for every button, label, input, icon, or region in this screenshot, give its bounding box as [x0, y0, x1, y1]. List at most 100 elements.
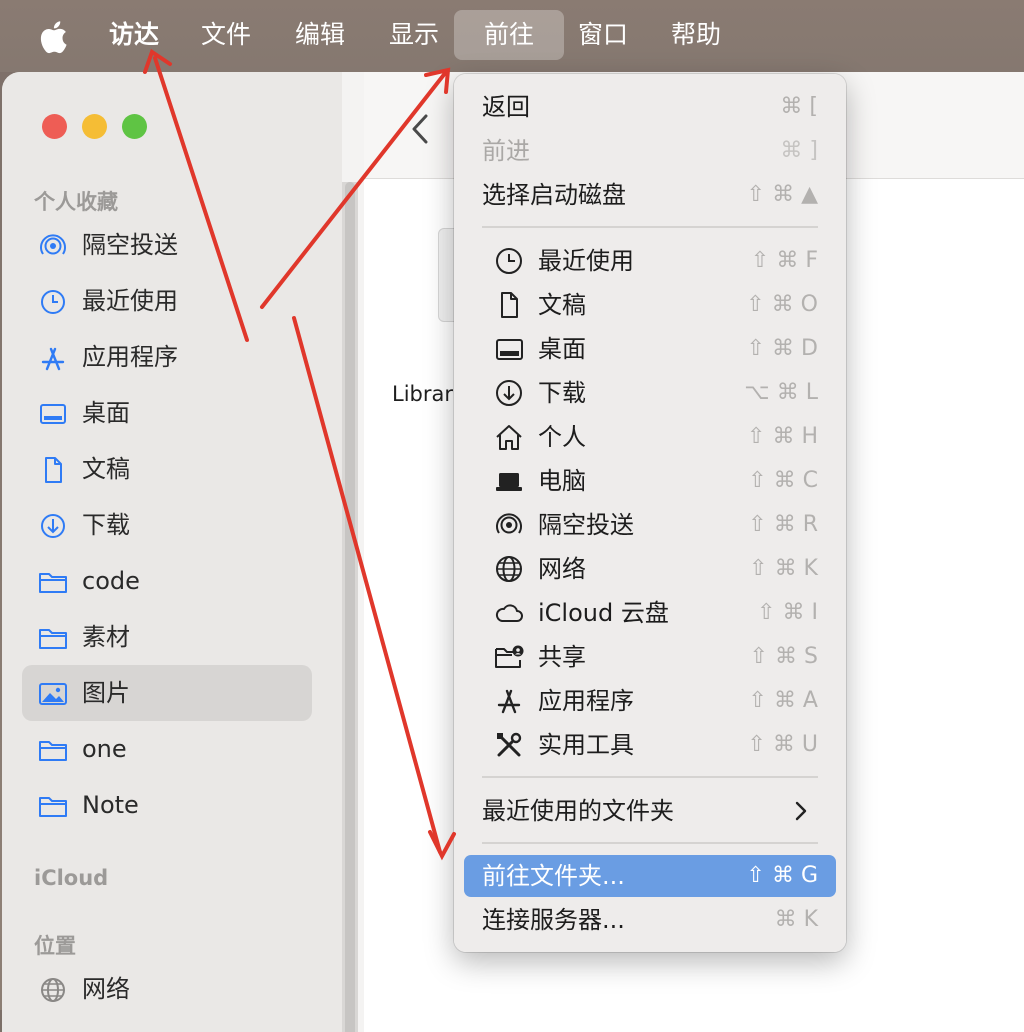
- menu-item-label: 返回: [482, 93, 530, 121]
- menu-view[interactable]: 显示: [386, 10, 442, 60]
- sidebar-item-label: 最近使用: [82, 287, 178, 315]
- shortcut-label: ⇧ ⌘ A: [748, 688, 818, 713]
- sidebar-item-assets[interactable]: 素材: [22, 609, 312, 665]
- globe-icon: [41, 978, 65, 1002]
- shortcut-label: ⇧ ⌘ U: [747, 732, 818, 757]
- menu-item-utilities[interactable]: 实用工具 ⇧ ⌘ U: [464, 724, 836, 766]
- sidebar-item-network[interactable]: 网络: [22, 961, 312, 1017]
- shortcut-label: ⌘ K: [774, 907, 818, 932]
- menu-item-label: 下载: [538, 379, 586, 407]
- globe-icon: [496, 556, 522, 582]
- sidebar-item-label: 桌面: [82, 399, 130, 427]
- sidebar: 个人收藏 隔空投送 最近使用 应用程序 桌面 文稿 下载 code 素材 图片 …: [2, 72, 342, 1032]
- close-window-button[interactable]: [42, 114, 67, 139]
- shared-folder-icon: [495, 645, 524, 668]
- apple-logo-icon[interactable]: [38, 20, 68, 54]
- sidebar-item-applications[interactable]: 应用程序: [22, 329, 312, 385]
- menu-item-label: 文稿: [538, 291, 586, 319]
- sidebar-item-label: 应用程序: [82, 343, 178, 371]
- menu-finder[interactable]: 访达: [106, 10, 162, 60]
- shortcut-label: ⇧ ⌘ D: [746, 336, 818, 361]
- menu-edit[interactable]: 编辑: [292, 10, 348, 60]
- shortcut-label: ⇧ ⌘ C: [748, 468, 818, 493]
- menu-item-shared[interactable]: 共享 ⇧ ⌘ S: [464, 636, 836, 678]
- sidebar-item-note[interactable]: Note: [22, 777, 312, 833]
- sidebar-item-downloads[interactable]: 下载: [22, 497, 312, 553]
- menu-item-label: 实用工具: [538, 731, 634, 759]
- minimize-window-button[interactable]: [82, 114, 107, 139]
- menu-item-desktop[interactable]: 桌面 ⇧ ⌘ D: [464, 328, 836, 370]
- clock-icon: [41, 290, 65, 314]
- shortcut-label: ⇧ ⌘ F: [750, 248, 818, 273]
- shortcut-label: ⇧ ⌘ K: [749, 556, 818, 581]
- menu-separator: [482, 842, 818, 844]
- menu-item-label: 电脑: [538, 467, 586, 495]
- menu-item-network[interactable]: 网络 ⇧ ⌘ K: [464, 548, 836, 590]
- document-icon: [45, 457, 62, 483]
- shortcut-label: ⌥ ⌘ L: [744, 380, 818, 405]
- sidebar-item-label: 文稿: [82, 455, 130, 483]
- shortcut-label: ⇧ ⌘ S: [749, 644, 818, 669]
- sidebar-item-label: Note: [82, 791, 139, 819]
- sidebar-item-label: 网络: [82, 975, 130, 1003]
- menu-item-label: 共享: [538, 643, 586, 671]
- menu-item-forward: 前进 ⌘ ]: [464, 130, 836, 172]
- shortcut-label: ⇧ ⌘ O: [746, 292, 818, 317]
- desktop-icon: [496, 339, 523, 360]
- sidebar-item-label: code: [82, 567, 140, 595]
- menu-item-label: 网络: [538, 555, 586, 583]
- folder-icon: [39, 741, 67, 761]
- favorites-section-title: 个人收藏: [34, 190, 118, 214]
- sidebar-item-label: 图片: [82, 679, 130, 707]
- menu-item-startup-disk[interactable]: 选择启动磁盘 ⇧ ⌘ ▲: [464, 174, 836, 216]
- shortcut-label: ⇧ ⌘ ▲: [746, 182, 818, 207]
- shortcut-label: ⌘ [: [780, 94, 818, 119]
- menu-file[interactable]: 文件: [198, 10, 254, 60]
- menu-item-airdrop[interactable]: 隔空投送 ⇧ ⌘ R: [464, 504, 836, 546]
- desktop-icon: [40, 404, 66, 424]
- menu-item-label: 隔空投送: [538, 511, 634, 539]
- menu-item-icloud-drive[interactable]: iCloud 云盘 ⇧ ⌘ I: [464, 592, 836, 634]
- apps-icon: [497, 689, 521, 714]
- cloud-icon: [495, 604, 523, 622]
- sidebar-item-documents[interactable]: 文稿: [22, 441, 312, 497]
- maximize-window-button[interactable]: [122, 114, 147, 139]
- sidebar-item-airdrop[interactable]: 隔空投送: [22, 217, 312, 273]
- menu-item-documents[interactable]: 文稿 ⇧ ⌘ O: [464, 284, 836, 326]
- scrollbar-thumb[interactable]: [345, 182, 355, 1032]
- sidebar-item-recents[interactable]: 最近使用: [22, 273, 312, 329]
- file-name-label[interactable]: Librar: [392, 382, 453, 406]
- menu-go[interactable]: 前往: [454, 10, 564, 60]
- menu-window[interactable]: 窗口: [575, 10, 631, 60]
- airdrop-icon: [40, 234, 66, 255]
- photos-icon: [39, 683, 67, 705]
- menu-separator: [482, 226, 818, 228]
- download-icon: [496, 380, 522, 406]
- menu-item-back[interactable]: 返回 ⌘ [: [464, 86, 836, 128]
- document-icon: [501, 292, 518, 318]
- download-icon: [41, 514, 65, 538]
- menu-item-label: 个人: [538, 423, 586, 451]
- menu-help[interactable]: 帮助: [668, 10, 724, 60]
- clock-icon: [496, 248, 522, 274]
- menu-item-downloads[interactable]: 下载 ⌥ ⌘ L: [464, 372, 836, 414]
- menu-item-recents[interactable]: 最近使用 ⇧ ⌘ F: [464, 240, 836, 282]
- sidebar-item-label: 素材: [82, 623, 130, 651]
- menu-item-label: 最近使用: [538, 247, 634, 275]
- sidebar-item-desktop[interactable]: 桌面: [22, 385, 312, 441]
- back-chevron-icon[interactable]: [408, 112, 434, 146]
- sidebar-item-one[interactable]: one: [22, 721, 312, 777]
- icloud-section-title: iCloud: [34, 866, 109, 890]
- menu-item-label: 连接服务器...: [482, 906, 625, 934]
- menu-item-connect-server[interactable]: 连接服务器... ⌘ K: [464, 899, 836, 941]
- menu-item-computer[interactable]: 电脑 ⇧ ⌘ C: [464, 460, 836, 502]
- menu-item-applications[interactable]: 应用程序 ⇧ ⌘ A: [464, 680, 836, 722]
- menu-item-goto-folder[interactable]: 前往文件夹... ⇧ ⌘ G: [464, 855, 836, 897]
- sidebar-item-pictures[interactable]: 图片: [22, 665, 312, 721]
- sidebar-item-label: 隔空投送: [82, 231, 178, 259]
- locations-section-title: 位置: [34, 934, 76, 958]
- menu-item-recent-folders[interactable]: 最近使用的文件夹: [464, 790, 836, 832]
- sidebar-scrollbar[interactable]: [342, 182, 358, 1032]
- sidebar-item-code[interactable]: code: [22, 553, 312, 609]
- menu-item-home[interactable]: 个人 ⇧ ⌘ H: [464, 416, 836, 458]
